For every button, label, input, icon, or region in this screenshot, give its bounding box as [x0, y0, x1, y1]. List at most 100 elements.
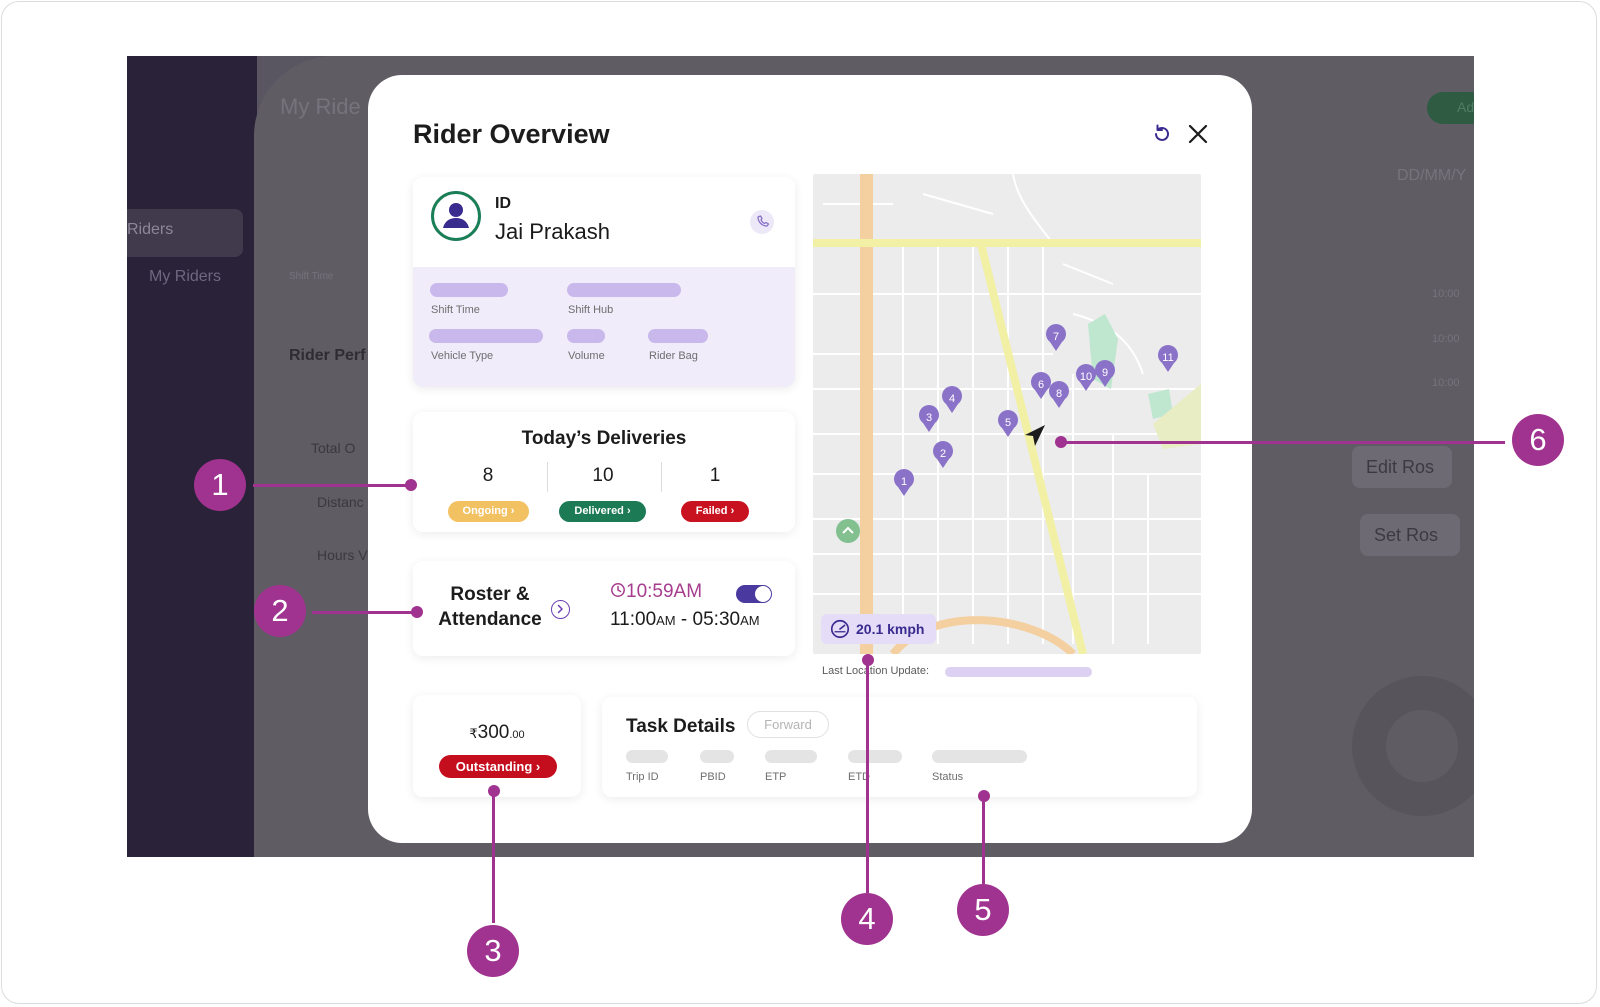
trip-id-value [626, 750, 668, 763]
delivered-badge[interactable]: Delivered › [559, 501, 646, 522]
background-edit-roster-label: Edit Ros [1366, 457, 1435, 477]
callout-line [982, 796, 985, 884]
outstanding-card: ₹300.00 Outstanding › [413, 695, 581, 797]
chevron-right-icon [557, 604, 563, 614]
status-label: Status [932, 771, 964, 783]
callout-marker-3: 3 [467, 925, 519, 977]
callout-marker-6: 6 [1512, 414, 1564, 466]
background-sidebar-my-riders: My Riders [149, 268, 222, 285]
callout-marker-5: 5 [957, 884, 1009, 936]
marker-label: 6 [1038, 379, 1044, 391]
callout-dot [411, 606, 423, 618]
shift-time-label: Shift Time [431, 304, 480, 316]
callout-line [253, 484, 411, 487]
trip-id-label: Trip ID [626, 771, 659, 783]
forward-button[interactable]: Forward [747, 711, 829, 738]
ongoing-badge[interactable]: Ongoing › [448, 501, 529, 522]
last-location-value [945, 667, 1092, 677]
roster-label: Roster & Attendance [435, 582, 545, 632]
delivery-marker-6[interactable]: 6 [1031, 372, 1051, 399]
hub-marker-icon [836, 519, 860, 543]
map-canvas: 1 2 3 4 5 6 7 8 9 10 11 [813, 174, 1201, 654]
etp-label: ETP [765, 771, 787, 783]
shift-time-value [430, 283, 508, 297]
shift-start-suffix: AM [656, 613, 676, 628]
volume-value [567, 329, 605, 343]
pbid-value [700, 750, 734, 763]
vehicle-type-label: Vehicle Type [431, 350, 494, 362]
status-value [932, 750, 1027, 763]
speed-badge: 20.1 kmph [821, 614, 936, 644]
failed-badge[interactable]: Failed › [681, 501, 749, 522]
background-date-filter: DD/MM/Y [1397, 167, 1467, 184]
callout-line [1061, 441, 1505, 444]
attendance-toggle[interactable] [736, 585, 772, 603]
delivery-marker-8[interactable]: 8 [1049, 381, 1069, 408]
map-road-horizontal [813, 239, 1201, 247]
background-page-title: My Ride [280, 94, 361, 119]
background-set-roster-button: Set Ros [1360, 514, 1460, 556]
delivery-marker-5[interactable]: 5 [998, 410, 1018, 437]
refresh-icon[interactable] [1150, 122, 1174, 146]
delivery-marker-9[interactable]: 9 [1095, 360, 1115, 387]
rider-info-panel: Shift Time Shift Hub Vehicle Type Volume… [413, 267, 795, 387]
call-button[interactable] [750, 210, 774, 234]
background-add-button: Ad [1427, 92, 1474, 124]
delivery-marker-10[interactable]: 10 [1076, 364, 1096, 391]
roster-label-line1: Roster & [450, 584, 530, 605]
background-add-label: Ad [1457, 99, 1474, 115]
marker-label: 8 [1056, 388, 1062, 400]
failed-count: 1 [709, 465, 721, 486]
callout-line [492, 791, 495, 923]
etp-value [765, 750, 817, 763]
rider-bag-value [648, 329, 708, 343]
background-sidebar-riders-label: Riders [127, 221, 174, 238]
shift-separator: - [675, 609, 693, 630]
background-distance: Distanc [317, 494, 364, 510]
currency-symbol: ₹ [469, 726, 478, 741]
outstanding-badge[interactable]: Outstanding › [439, 755, 557, 778]
clock-icon [611, 583, 625, 597]
marker-label: 3 [926, 412, 932, 424]
amount-decimals: .00 [509, 729, 525, 741]
callout-dot [862, 654, 874, 666]
rider-name: Jai Prakash [495, 219, 610, 244]
outstanding-amount: ₹300.00 [413, 722, 581, 744]
close-icon[interactable] [1186, 122, 1210, 146]
background-rider-performance: Rider Perf [289, 347, 366, 364]
callout-marker-1: 1 [194, 459, 246, 511]
roster-details-button[interactable] [551, 600, 570, 619]
background-row: 10:00 [1432, 333, 1460, 345]
callout-line [312, 611, 417, 614]
delivery-marker-7[interactable]: 7 [1046, 324, 1066, 351]
background-edit-roster-button: Edit Ros [1352, 446, 1452, 488]
callout-marker-2: 2 [254, 585, 306, 637]
task-details-card: Task Details Forward Trip ID PBID ETP ET… [602, 697, 1197, 797]
volume-label: Volume [568, 350, 605, 362]
ongoing-count: 8 [482, 465, 494, 486]
marker-label: 10 [1080, 371, 1092, 383]
shift-timing: 11:00AM - 05:30AM [610, 609, 760, 631]
vehicle-type-value [429, 329, 543, 343]
shift-start: 11:00 [610, 609, 657, 630]
marker-label: 11 [1162, 352, 1173, 364]
callout-marker-4: 4 [841, 893, 893, 945]
shift-end: 05:30 [692, 609, 741, 630]
rider-overview-modal: Rider Overview ID Jai Prakash Shift Time… [368, 75, 1252, 843]
rider-location-map[interactable]: 1 2 3 4 5 6 7 8 9 10 11 [813, 174, 1201, 654]
background-sidebar [127, 56, 257, 857]
callout-dot [1055, 436, 1067, 448]
delivery-marker-3[interactable]: 3 [919, 405, 939, 432]
delivery-marker-1[interactable]: 1 [894, 469, 914, 496]
delivery-marker-2[interactable]: 2 [933, 441, 953, 468]
rider-id-label: ID [495, 195, 511, 212]
todays-deliveries-card: Today’s Deliveries 8 10 1 Ongoing › Deli… [413, 412, 795, 532]
current-time-value: 10:59AM [626, 581, 703, 602]
background-shift-time: Shift Time [289, 271, 334, 282]
delivery-marker-4[interactable]: 4 [942, 386, 962, 413]
rider-card: ID Jai Prakash Shift Time Shift Hub Vehi… [413, 177, 795, 387]
modal-title: Rider Overview [413, 119, 610, 149]
shift-hub-label: Shift Hub [568, 304, 614, 316]
background-sidebar-riders: Riders [127, 209, 243, 257]
delivery-marker-11[interactable]: 11 [1158, 345, 1178, 372]
